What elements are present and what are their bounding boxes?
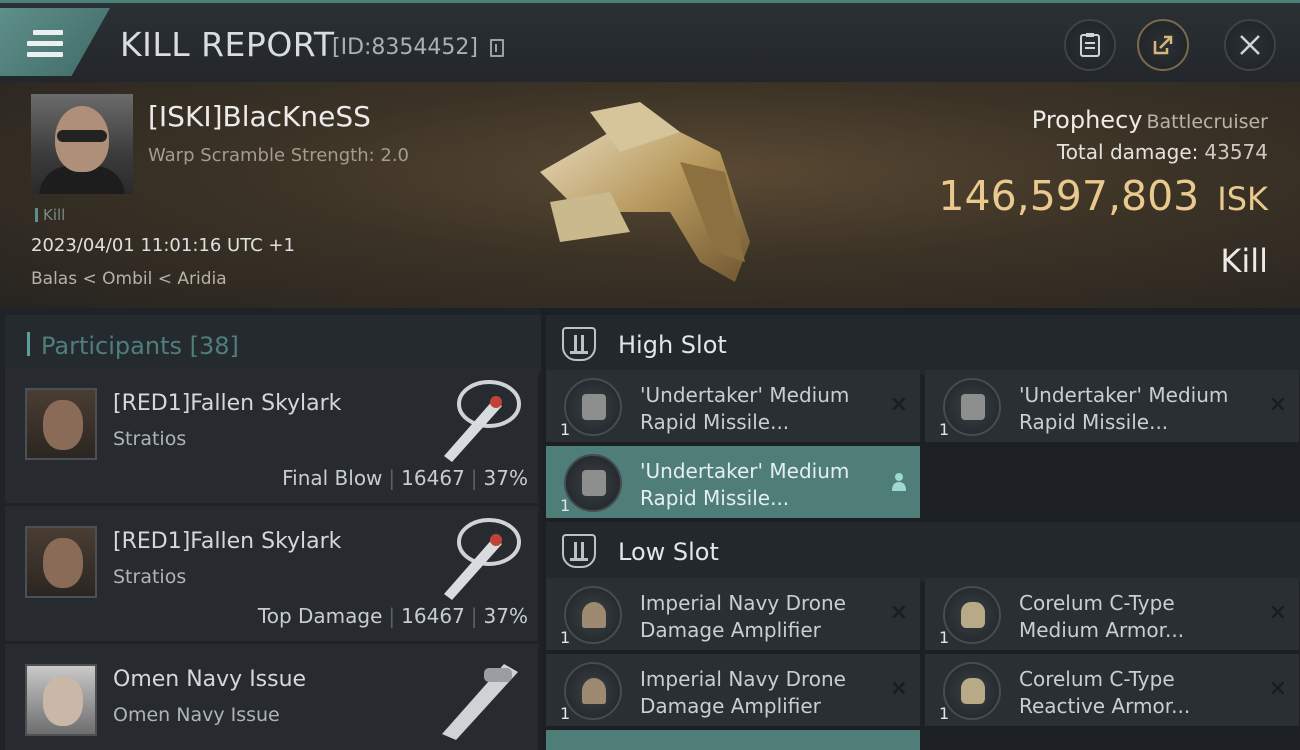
menu-button[interactable]	[0, 8, 110, 76]
close-icon	[1240, 35, 1260, 55]
fitting-panel: High Slot 1 'Undertaker' Medium Rapid Mi…	[541, 308, 1300, 750]
module-name: Imperial Navy Drone Damage Amplifier	[640, 667, 846, 718]
participant-name: Omen Navy Issue	[113, 667, 307, 692]
module-qty: 1	[939, 628, 950, 647]
module-name: Imperial Navy Drone Damage Amplifier	[640, 591, 846, 642]
clipboard-button[interactable]	[1064, 19, 1116, 71]
page-title: KILL REPORT	[120, 25, 335, 64]
participant-name: [RED1]Fallen Skylark	[113, 391, 342, 416]
kill-datetime: 2023/04/01 11:01:16 UTC +1	[31, 235, 295, 256]
destroyed-icon: ×	[1268, 600, 1287, 625]
module-item[interactable]: 1 Corelum C-Type Medium Armor... ×	[925, 578, 1299, 650]
ship-class: Battlecruiser	[1146, 111, 1268, 133]
high-slot-icon	[562, 327, 596, 361]
low-slot-header: Low Slot	[546, 522, 1300, 582]
high-slot-header: High Slot	[546, 315, 1300, 375]
module-qty: 1	[560, 628, 571, 647]
avatar	[25, 388, 97, 460]
module-qty: 1	[560, 496, 571, 515]
low-slot-icon	[562, 534, 596, 568]
participant-damage: 16467	[401, 604, 465, 628]
module-name: Corelum C-Type Medium Armor...	[1019, 591, 1185, 642]
drone-amplifier-icon	[564, 662, 622, 720]
destroyed-icon: ×	[889, 676, 908, 701]
avatar	[25, 526, 97, 598]
kill-id: [ID:8354452]	[332, 35, 478, 60]
dropped-person-icon	[892, 473, 906, 491]
total-damage-label: Total damage:	[1056, 140, 1199, 164]
drone-amplifier-icon	[564, 586, 622, 644]
share-icon	[1153, 35, 1173, 55]
high-slot-label: High Slot	[618, 331, 727, 359]
ship-image	[540, 102, 750, 282]
module-item[interactable]: 1 Corelum C-Type Reactive Armor... ×	[925, 654, 1299, 726]
participant-role: Top Damage	[257, 604, 383, 628]
isk-unit: ISK	[1217, 180, 1268, 218]
participant-ship: Omen Navy Issue	[113, 704, 280, 726]
ship-name: Prophecy	[1031, 106, 1143, 134]
destroyed-icon: ×	[1268, 676, 1287, 701]
participant-ship: Stratios	[113, 566, 187, 588]
module-name: 'Undertaker' Medium Rapid Missile...	[640, 383, 850, 434]
armor-module-icon	[943, 662, 1001, 720]
module-item[interactable]: 1 Imperial Navy Drone Damage Amplifier ×	[546, 578, 920, 650]
kill-header: [ISKI]BlacKneSS Warp Scramble Strength: …	[0, 82, 1300, 308]
participant-ship: Stratios	[113, 428, 187, 450]
armor-module-icon	[943, 586, 1001, 644]
module-item[interactable]: 1 Imperial Navy Drone Damage Amplifier ×	[546, 654, 920, 726]
hamburger-icon	[27, 30, 63, 57]
participant-row[interactable]: [RED1]Fallen Skylark Stratios Final Blow…	[5, 368, 538, 503]
participant-damage: 16467	[401, 466, 465, 490]
top-bar: KILL REPORT [ID:8354452]	[0, 0, 1300, 82]
participant-role: Final Blow	[282, 466, 383, 490]
isk-amount: 146,597,803	[938, 172, 1200, 220]
module-qty: 1	[560, 704, 571, 723]
module-name: 'Undertaker' Medium Rapid Missile...	[640, 459, 850, 510]
missile-launcher-icon	[564, 454, 622, 512]
destroyed-icon: ×	[1268, 392, 1287, 417]
module-name: Corelum C-Type Reactive Armor...	[1019, 667, 1191, 718]
module-item[interactable]: 1 'Undertaker' Medium Rapid Missile... ×	[925, 370, 1299, 442]
kill-result: Kill	[1220, 242, 1268, 280]
total-damage: Total damage: 43574	[1057, 140, 1268, 164]
module-item[interactable]: 1 'Undertaker' Medium Rapid Missile... ×	[546, 370, 920, 442]
victim-portrait[interactable]	[31, 94, 133, 194]
missile-launcher-icon	[564, 378, 622, 436]
isk-value: 146,597,803 ISK	[938, 172, 1268, 220]
participant-percent: 37%	[483, 466, 528, 490]
module-item[interactable]: 1 'Undertaker' Medium Rapid Missile...	[546, 446, 920, 518]
destroyed-icon: ×	[889, 392, 908, 417]
close-button[interactable]	[1224, 19, 1276, 71]
destroyed-icon: ×	[889, 600, 908, 625]
avatar	[25, 664, 97, 736]
copy-icon[interactable]	[490, 39, 504, 57]
participant-name: [RED1]Fallen Skylark	[113, 529, 342, 554]
share-button[interactable]	[1137, 19, 1189, 71]
participant-stats: Final Blow | 16467 | 37%	[282, 466, 528, 490]
participants-panel: Participants [38] [RED1]Fallen Skylark S…	[0, 308, 541, 750]
total-damage-value: 43574	[1204, 140, 1268, 164]
ship-type[interactable]: Prophecy Battlecruiser	[1032, 106, 1268, 134]
module-qty: 1	[939, 704, 950, 723]
participant-stats: Top Damage | 16467 | 37%	[257, 604, 528, 628]
missile-launcher-icon	[943, 378, 1001, 436]
low-slot-label: Low Slot	[618, 538, 719, 566]
module-qty: 1	[560, 420, 571, 439]
participant-row[interactable]: Omen Navy Issue Omen Navy Issue	[5, 644, 538, 750]
clipboard-icon	[1080, 33, 1100, 57]
warp-scramble-strength: Warp Scramble Strength: 2.0	[148, 145, 410, 166]
omen-navy-ship-icon	[442, 664, 518, 740]
module-name: 'Undertaker' Medium Rapid Missile...	[1019, 383, 1229, 434]
module-item-partial[interactable]	[546, 730, 920, 750]
stratios-ship-icon	[444, 380, 521, 462]
kill-location[interactable]: Balas < Ombil < Aridia	[31, 269, 227, 289]
participant-row[interactable]: [RED1]Fallen Skylark Stratios Top Damage…	[5, 506, 538, 641]
stratios-ship-icon	[444, 518, 521, 600]
participants-header: Participants [38]	[5, 315, 541, 373]
module-qty: 1	[939, 420, 950, 439]
kill-tag: Kill	[35, 206, 65, 224]
participant-percent: 37%	[483, 604, 528, 628]
participants-label: Participants [38]	[41, 332, 239, 360]
victim-name[interactable]: [ISKI]BlacKneSS	[148, 100, 371, 133]
